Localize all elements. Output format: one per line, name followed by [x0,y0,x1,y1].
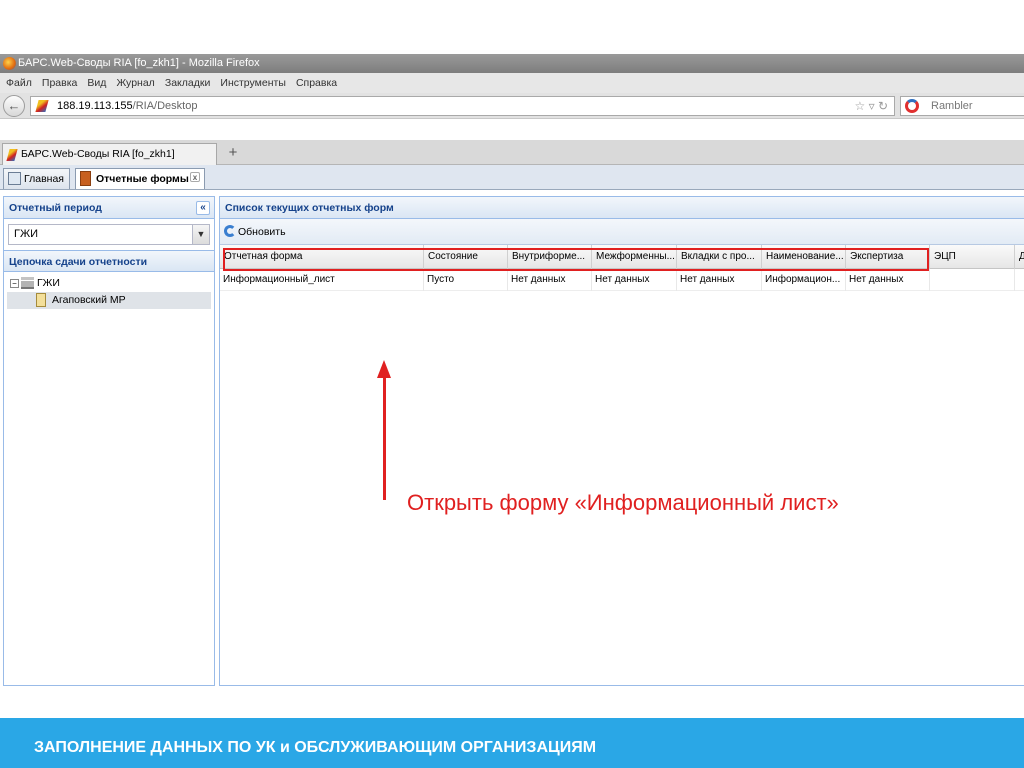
tree-node-label: Агаповский МР [52,294,126,306]
new-tab-button[interactable]: + [222,143,244,163]
forms-toolbar: Обновить [220,219,1024,245]
tree-collapse-icon[interactable]: − [10,279,19,288]
cell-signature [930,269,1015,291]
document-icon [36,293,46,307]
site-favicon-icon [35,100,49,112]
firefox-icon [3,57,16,70]
app-tabbar: Главная Отчетные формы x [0,165,1024,190]
reload-icon[interactable]: ↻ [878,99,888,113]
browser-tab-label: БАРС.Web-Своды RIA [fo_zkh1] [21,148,175,160]
column-header-extra[interactable]: Д [1015,245,1024,269]
refresh-icon[interactable] [224,225,236,237]
search-box[interactable]: Rambler [900,96,1024,116]
back-button[interactable]: ← [3,95,25,117]
search-placeholder: Rambler [931,100,973,112]
menu-tools[interactable]: Инструменты [220,73,285,93]
period-value: ГЖИ [14,228,39,240]
url-host: 188.19.113.155 [57,100,133,112]
menubar: Файл Правка Вид Журнал Закладки Инструме… [0,73,1024,93]
cell-state: Пусто [424,269,508,291]
tab-home[interactable]: Главная [3,168,70,189]
menu-view[interactable]: Вид [87,73,106,93]
forms-panel: Список текущих отчетных форм Обновить От… [219,196,1024,686]
slide-footer: ЗАПОЛНЕНИЕ ДАННЫХ ПО УК и ОБСЛУЖИВАЮЩИМ … [0,718,1024,768]
period-title: Отчетный период [9,202,102,214]
refresh-button[interactable]: Обновить [238,226,286,238]
cell-expertise: Нет данных [846,269,930,291]
cell-intra: Нет данных [508,269,592,291]
menu-file[interactable]: Файл [6,73,32,93]
menu-history[interactable]: Журнал [116,73,154,93]
tab-home-label: Главная [24,173,64,185]
reporting-chain-tree: − ГЖИ Агаповский МР [4,272,214,312]
back-arrow-icon: ← [7,98,21,113]
forms-tab-icon [80,171,91,186]
tab-report-forms[interactable]: Отчетные формы x [75,168,205,189]
annotation-text: Открыть форму «Информационный лист» [407,490,839,515]
tab-forms-label: Отчетные формы [96,173,189,185]
cell-form: Информационный_лист [220,269,424,291]
bookmark-star-icon[interactable]: ☆ ▿ ↻ [854,97,888,115]
annotation-arrow [383,376,386,500]
close-icon[interactable]: x [190,172,200,182]
row-highlight-frame [223,248,929,271]
chain-title: Цепочка сдачи отчетности [9,256,148,268]
menu-bookmarks[interactable]: Закладки [165,73,210,93]
table-row[interactable]: Информационный_лист Пусто Нет данных Нет… [220,269,1024,291]
home-tab-icon [8,172,21,185]
window-titlebar: БАРС.Web-Своды RIA [fo_zkh1] - Mozilla F… [0,54,1024,73]
building-icon [21,277,34,289]
browser-screenshot: БАРС.Web-Своды RIA [fo_zkh1] - Mozilla F… [0,54,1024,686]
menu-help[interactable]: Справка [296,73,337,93]
period-select[interactable]: ГЖИ ▼ [8,224,210,245]
tree-node-root[interactable]: − ГЖИ [7,275,211,292]
left-panel: Отчетный период « ГЖИ ▼ Цепочка сдачи от… [3,196,215,686]
cell-extra [1015,269,1024,291]
navigation-bar: ← 188.19.113.155/RIA/Desktop ☆ ▿ ↻ Rambl… [0,93,1024,119]
footer-text: ЗАПОЛНЕНИЕ ДАННЫХ ПО УК и ОБСЛУЖИВАЮЩИМ … [34,739,597,756]
collapse-panel-icon[interactable]: « [196,201,210,215]
tab-favicon-icon [6,149,18,161]
period-header: Отчетный период « [4,197,214,219]
url-path: /RIA/Desktop [132,100,198,112]
cell-name: Информацион... [762,269,846,291]
browser-tabbar: БАРС.Web-Своды RIA [fo_zkh1] + [0,140,1024,165]
forms-title: Список текущих отчетных форм [225,202,394,214]
column-header-signature[interactable]: ЭЦП [930,245,1015,269]
tree-node-child[interactable]: Агаповский МР [7,292,211,309]
chevron-down-icon[interactable]: ▼ [192,225,209,244]
cell-tabs: Нет данных [677,269,762,291]
browser-tab[interactable]: БАРС.Web-Своды RIA [fo_zkh1] [2,143,217,165]
chain-header: Цепочка сдачи отчетности [4,250,214,272]
window-title: БАРС.Web-Своды RIA [fo_zkh1] - Mozilla F… [18,57,260,69]
address-bar[interactable]: 188.19.113.155/RIA/Desktop ☆ ▿ ↻ [30,96,895,116]
menu-edit[interactable]: Правка [42,73,77,93]
tree-node-label: ГЖИ [37,277,60,289]
cell-inter: Нет данных [592,269,677,291]
forms-header: Список текущих отчетных форм [220,197,1024,219]
search-engine-icon[interactable] [905,99,919,113]
